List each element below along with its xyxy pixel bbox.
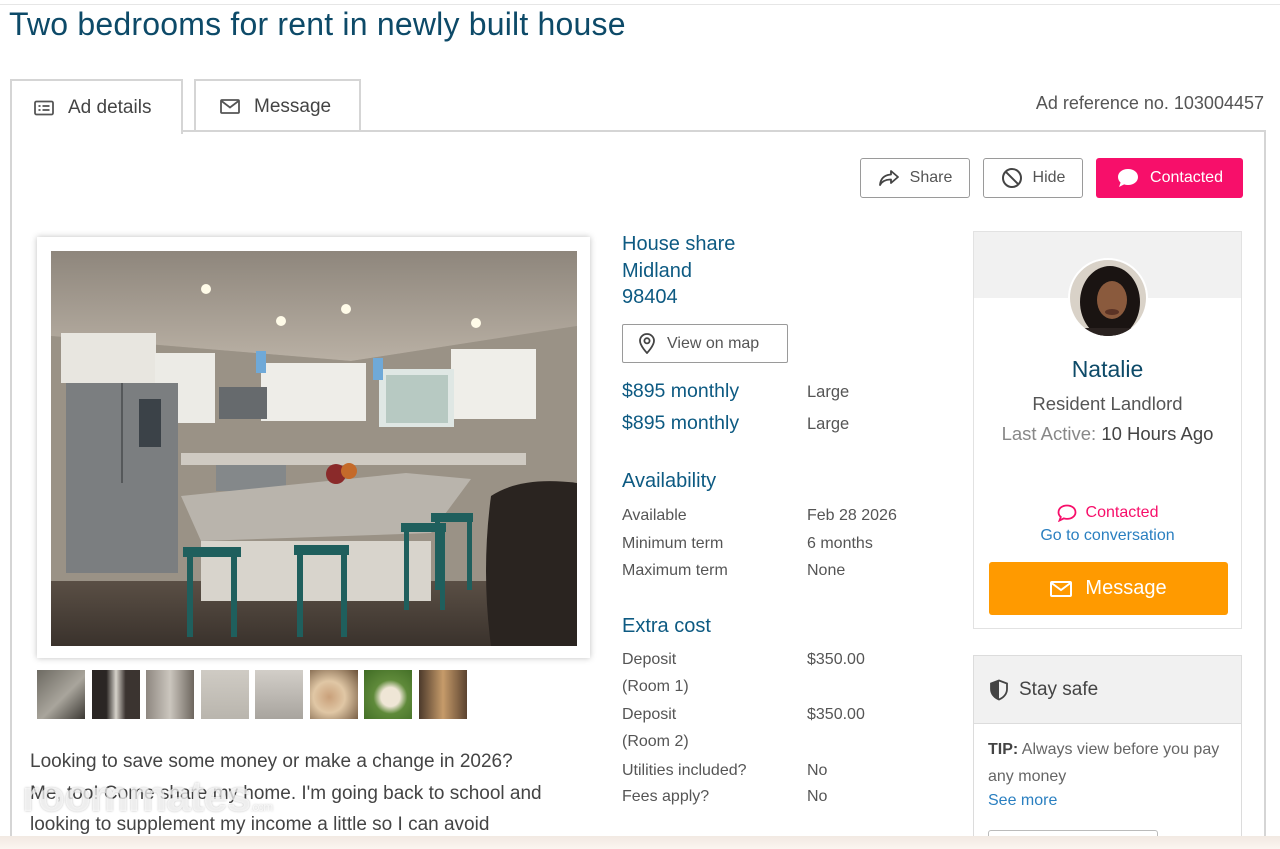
ad-description: Looking to save some money or make a cha… [30, 751, 542, 835]
prohibit-icon [1001, 167, 1023, 189]
contacted-label: Contacted [1150, 169, 1223, 186]
fees-value: No [807, 788, 828, 805]
share-arrow-icon [878, 169, 900, 187]
fees-label: Fees apply? [622, 788, 710, 805]
deposit-room1-sublabel: (Room 1) [622, 678, 689, 695]
chat-outline-icon [1057, 504, 1077, 522]
stay-safe-header: Stay safe [974, 656, 1241, 724]
landlord-card: Natalie Resident Landlord Last Active: 1… [973, 231, 1242, 629]
utilities-label: Utilities included? [622, 762, 747, 779]
listing-type: House share [622, 233, 736, 255]
top-divider [0, 0, 1280, 5]
available-value: Feb 28 2026 [807, 507, 897, 524]
tab-ad-details-label: Ad details [68, 96, 152, 118]
available-label: Available [622, 507, 687, 524]
safety-tip: TIP: Always view before you pay any mone… [988, 741, 1220, 785]
share-button[interactable]: Share [860, 158, 970, 198]
extra-cost-heading: Extra cost [622, 615, 711, 637]
minimum-term-label: Minimum term [622, 535, 724, 552]
landlord-name[interactable]: Natalie [974, 356, 1241, 383]
deposit-room2-sublabel: (Room 2) [622, 733, 689, 750]
thumbnail-3[interactable] [146, 670, 194, 719]
bottom-edge [0, 836, 1280, 849]
room-2-price: $895 monthly [622, 412, 740, 434]
envelope-icon [1050, 580, 1073, 597]
utilities-value: No [807, 762, 828, 779]
thumbnail-2[interactable] [91, 670, 140, 719]
deposit-room2-value: $350.00 [807, 706, 865, 723]
thumbnail-8[interactable] [418, 670, 467, 719]
room-1-size: Large [807, 383, 850, 401]
listing-postcode: 98404 [622, 286, 678, 308]
stay-safe-card: Stay safe TIP: Always view before you pa… [973, 655, 1242, 849]
deposit-room2-label: Deposit [622, 706, 677, 723]
deposit-room1-value: $350.00 [807, 651, 865, 668]
room-1-price: $895 monthly [622, 380, 740, 402]
hide-button[interactable]: Hide [983, 158, 1083, 198]
envelope-icon [220, 99, 240, 114]
thumbnail-6[interactable] [309, 670, 358, 719]
share-label: Share [909, 169, 953, 186]
view-on-map-label: View on map [667, 334, 760, 352]
kitchen-photo-image [51, 251, 577, 646]
page-title: Two bedrooms for rent in newly built hou… [9, 6, 626, 42]
availability-heading: Availability [622, 470, 717, 492]
contacted-button[interactable]: Contacted [1096, 158, 1243, 198]
maximum-term-label: Maximum term [622, 562, 728, 579]
listing-area: Midland [622, 259, 693, 282]
minimum-term-value: 6 months [807, 535, 873, 552]
hide-label: Hide [1032, 169, 1066, 186]
thumbnail-4[interactable] [200, 670, 249, 719]
list-card-icon [34, 100, 54, 116]
tab-message-label: Message [254, 95, 332, 117]
landlord-role: Resident Landlord [1032, 393, 1183, 414]
chat-bubble-icon [1116, 167, 1140, 189]
location-block: House share Midland 98404 [622, 231, 735, 311]
message-button-label: Message [1085, 577, 1167, 599]
go-to-conversation-link[interactable]: Go to conversation [974, 527, 1241, 545]
room-2-size: Large [807, 415, 850, 433]
thumbnail-1[interactable] [37, 670, 85, 719]
map-pin-icon [639, 333, 655, 354]
tab-message[interactable]: Message [194, 79, 361, 132]
shield-icon [989, 679, 1009, 701]
last-active: Last Active: 10 Hours Ago [1001, 423, 1214, 444]
stay-safe-title: Stay safe [1019, 678, 1099, 700]
see-more-link[interactable]: See more [988, 792, 1057, 810]
tab-ad-details[interactable]: Ad details [10, 79, 183, 134]
thumbnail-7[interactable] [364, 670, 412, 719]
main-photo[interactable] [37, 237, 590, 658]
message-button[interactable]: Message [989, 562, 1228, 615]
thumbnail-5[interactable] [255, 670, 303, 719]
avatar[interactable] [1068, 258, 1148, 338]
maximum-term-value: None [807, 562, 846, 579]
view-on-map-button[interactable]: View on map [622, 324, 788, 363]
contacted-status: Contacted [974, 504, 1241, 522]
deposit-room1-label: Deposit [622, 651, 677, 668]
ad-reference: Ad reference no. 103004457 [1035, 93, 1264, 113]
photo-thumbnails [37, 670, 473, 719]
